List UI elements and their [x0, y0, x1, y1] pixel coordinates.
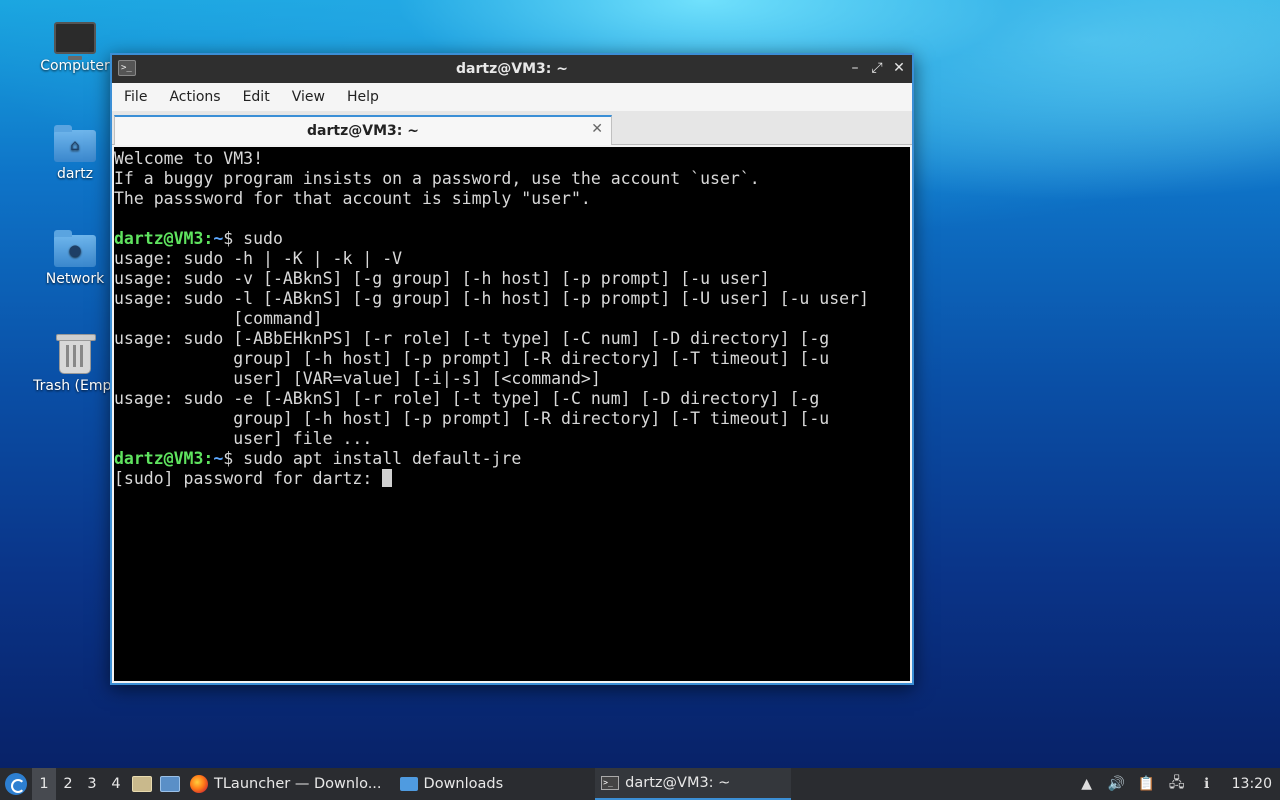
menu-actions[interactable]: Actions: [167, 89, 230, 105]
minimize-icon[interactable]: –: [848, 59, 862, 77]
home-folder-icon: ⌂: [54, 125, 96, 162]
taskbar: 1 2 3 4 TLauncher — Downlo... Downloads …: [0, 768, 1280, 800]
terminal-line: [command]: [114, 309, 323, 328]
start-menu-icon: [5, 773, 27, 795]
terminal-line: user] [VAR=value] [-i|-s] [<command>]: [114, 369, 601, 388]
terminal-line: usage: sudo -h | -K | -k | -V: [114, 249, 403, 268]
prompt-sep: :: [203, 229, 214, 248]
terminal-app-icon[interactable]: >_: [118, 60, 136, 76]
quicklaunch-files[interactable]: [128, 768, 156, 800]
terminal-cursor: [382, 469, 393, 487]
workspace-4[interactable]: 4: [104, 768, 128, 800]
tray-expand-icon[interactable]: ▲: [1078, 775, 1096, 793]
terminal-line: group] [-h host] [-p prompt] [-R directo…: [114, 349, 830, 368]
clock[interactable]: 13:20: [1232, 776, 1272, 792]
close-icon[interactable]: ✕: [892, 59, 906, 77]
computer-icon: [54, 22, 96, 60]
terminal-output[interactable]: Welcome to VM3! If a buggy program insis…: [114, 147, 910, 681]
network-folder-icon: ●: [54, 230, 96, 267]
terminal-line: The passsword for that account is simply…: [114, 189, 591, 208]
terminal-command: sudo: [243, 229, 283, 248]
start-menu-button[interactable]: [0, 768, 32, 800]
volume-icon[interactable]: 🔊: [1108, 775, 1126, 793]
password-prompt: [sudo] password for dartz:: [114, 469, 383, 488]
prompt-sep: :: [203, 449, 214, 468]
task-downloads[interactable]: Downloads: [394, 768, 510, 800]
update-notifier-icon[interactable]: ℹ: [1198, 775, 1216, 793]
menu-edit[interactable]: Edit: [241, 89, 280, 105]
window-titlebar[interactable]: >_ dartz@VM3: ~ – ⤢ ✕: [112, 55, 912, 83]
workspace-1[interactable]: 1: [32, 768, 56, 800]
prompt-path: ~: [213, 449, 224, 468]
terminal-prompt-line: dartz@VM3:~$ sudo: [114, 229, 910, 249]
quicklaunch-desktop[interactable]: [156, 768, 184, 800]
window-title: dartz@VM3: ~: [456, 61, 568, 77]
show-desktop-icon: [160, 776, 180, 792]
workspace-2[interactable]: 2: [56, 768, 80, 800]
terminal-command: sudo apt install default-jre: [243, 449, 522, 468]
terminal-line: usage: sudo -l [-ABknS] [-g group] [-h h…: [114, 289, 869, 308]
task-label: Downloads: [423, 776, 504, 792]
terminal-window[interactable]: >_ dartz@VM3: ~ – ⤢ ✕ File Actions Edit …: [110, 53, 914, 685]
menu-help[interactable]: Help: [345, 89, 389, 105]
terminal-password-line: [sudo] password for dartz:: [114, 469, 910, 489]
prompt-user: dartz@VM3: [114, 229, 204, 248]
terminal-line: Welcome to VM3!: [114, 149, 264, 168]
prompt-symbol: $: [223, 449, 244, 468]
task-tlauncher[interactable]: TLauncher — Downlo...: [184, 768, 388, 800]
terminal-icon: >_: [601, 776, 620, 790]
menubar: File Actions Edit View Help: [112, 83, 912, 111]
tab-label: dartz@VM3: ~: [307, 123, 419, 139]
prompt-symbol: $: [223, 229, 244, 248]
task-label: dartz@VM3: ~: [625, 775, 731, 791]
menu-file[interactable]: File: [122, 89, 157, 105]
terminal-line: usage: sudo -v [-ABknS] [-g group] [-h h…: [114, 269, 770, 288]
folder-icon: [399, 777, 418, 791]
terminal-line: user] file ...: [114, 429, 373, 448]
firefox-icon: [190, 775, 208, 793]
terminal-line: group] [-h host] [-p prompt] [-R directo…: [114, 409, 830, 428]
terminal-line: usage: sudo -e [-ABknS] [-r role] [-t ty…: [114, 389, 820, 408]
terminal-prompt-line: dartz@VM3:~$ sudo apt install default-jr…: [114, 449, 910, 469]
task-terminal[interactable]: >_ dartz@VM3: ~: [595, 768, 792, 800]
maximize-icon[interactable]: ⤢: [870, 59, 884, 77]
prompt-user: dartz@VM3: [114, 449, 204, 468]
clipboard-icon[interactable]: 📋: [1138, 775, 1156, 793]
file-manager-icon: [132, 776, 152, 792]
menu-view[interactable]: View: [290, 89, 335, 105]
terminal-line: usage: sudo [-ABbEHknPS] [-r role] [-t t…: [114, 329, 830, 348]
tab-close-icon[interactable]: ✕: [591, 121, 603, 137]
system-tray: ▲ 🔊 📋 🖧 ℹ 13:20: [1078, 775, 1280, 793]
workspace-3[interactable]: 3: [80, 768, 104, 800]
prompt-path: ~: [213, 229, 224, 248]
trash-icon: [56, 334, 96, 374]
tab-bar: dartz@VM3: ~ ✕: [112, 111, 912, 145]
tab-terminal[interactable]: dartz@VM3: ~ ✕: [114, 115, 612, 145]
network-icon[interactable]: 🖧: [1168, 775, 1186, 793]
terminal-line: If a buggy program insists on a password…: [114, 169, 760, 188]
task-label: TLauncher — Downlo...: [214, 776, 382, 792]
